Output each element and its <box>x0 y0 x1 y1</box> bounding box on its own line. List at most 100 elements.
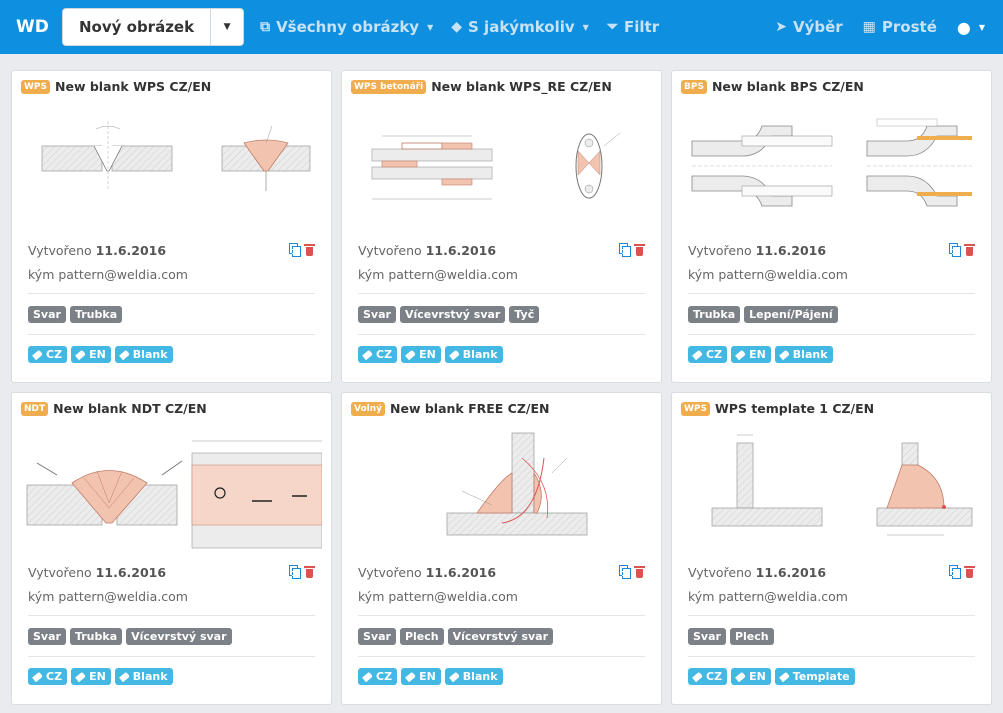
copy-icon[interactable] <box>619 243 631 257</box>
weld-illustration[interactable] <box>22 101 322 231</box>
created-date: 11.6.2016 <box>95 565 167 580</box>
tag[interactable]: Plech <box>729 628 774 645</box>
language-tag[interactable]: CZ <box>28 346 68 363</box>
card-title[interactable]: New blank WPS_RE CZ/EN <box>431 79 612 94</box>
tag-icon <box>735 671 746 682</box>
divider <box>358 615 645 616</box>
language-tag[interactable]: Blank <box>114 346 173 363</box>
language-tag-label: EN <box>749 348 766 361</box>
language-tag[interactable]: Blank <box>774 346 833 363</box>
image-card[interactable]: Volný New blank FREE CZ/EN Vytvořeno 11.… <box>341 392 662 705</box>
new-image-dropdown-toggle[interactable]: ▼ <box>211 9 243 45</box>
weld-illustration[interactable] <box>352 423 652 553</box>
language-tag[interactable]: Blank <box>114 668 173 685</box>
trash-icon[interactable] <box>304 565 315 578</box>
card-title[interactable]: New blank BPS CZ/EN <box>712 79 864 94</box>
language-tag[interactable]: CZ <box>688 668 728 685</box>
category-badge: BPS <box>681 79 707 94</box>
card-title[interactable]: New blank WPS CZ/EN <box>55 79 211 94</box>
all-images-dropdown[interactable]: ⧉ Všechny obrázky ▼ <box>260 18 433 36</box>
tag[interactable]: Lepení/Pájení <box>744 306 838 323</box>
select-mode-button[interactable]: ➤ Výběr <box>775 18 842 36</box>
language-tag-list: CZ EN Template <box>688 668 855 685</box>
trash-icon[interactable] <box>634 243 645 256</box>
language-tag[interactable]: Blank <box>444 346 503 363</box>
weld-illustration[interactable] <box>22 423 322 553</box>
tag[interactable]: Trubka <box>69 628 123 645</box>
tag[interactable]: Tyč <box>509 306 540 323</box>
trash-icon[interactable] <box>964 243 975 256</box>
tag[interactable]: Svar <box>28 628 66 645</box>
language-tag[interactable]: EN <box>731 668 771 685</box>
tag-icon <box>118 349 130 360</box>
weld-illustration[interactable] <box>682 101 982 231</box>
filter-button[interactable]: ⏷ Filtr <box>607 18 659 36</box>
divider <box>28 293 315 294</box>
tag-icon <box>778 671 790 682</box>
tag-icon <box>778 349 790 360</box>
weld-illustration[interactable] <box>352 101 652 231</box>
image-card[interactable]: BPS New blank BPS CZ/EN Vytvořeno 11.6.2… <box>671 70 992 383</box>
card-header: WPS New blank WPS CZ/EN <box>21 79 211 94</box>
created-info: Vytvořeno 11.6.2016 <box>28 565 166 580</box>
tag[interactable]: Svar <box>688 628 726 645</box>
weld-illustration[interactable] <box>682 423 982 553</box>
language-tag-label: EN <box>89 670 106 683</box>
image-card[interactable]: NDT New blank NDT CZ/EN Vytvořeno 11.6.2… <box>11 392 332 705</box>
card-title[interactable]: WPS template 1 CZ/EN <box>715 401 874 416</box>
simple-view-button[interactable]: ▦ Prosté <box>863 18 937 36</box>
copy-icon[interactable] <box>289 565 301 579</box>
language-tag-list: CZ EN Blank <box>28 346 173 363</box>
image-card[interactable]: WPS WPS template 1 CZ/EN Vytvořeno 11.6.… <box>671 392 992 705</box>
language-tag-label: Template <box>792 670 850 683</box>
author-info: kým pattern@weldia.com <box>358 589 518 604</box>
trash-icon[interactable] <box>304 243 315 256</box>
all-images-label: Všechny obrázky <box>276 18 420 36</box>
language-tag[interactable]: CZ <box>688 346 728 363</box>
language-tag[interactable]: EN <box>731 346 771 363</box>
tag[interactable]: Vícevrstvý svar <box>447 628 554 645</box>
created-info: Vytvořeno 11.6.2016 <box>358 565 496 580</box>
new-image-button[interactable]: Nový obrázek <box>63 9 212 45</box>
language-tag[interactable]: CZ <box>358 668 398 685</box>
image-card[interactable]: WPS New blank WPS CZ/EN Vytvořeno 11.6.2… <box>11 70 332 383</box>
tag[interactable]: Svar <box>358 628 396 645</box>
language-tag[interactable]: Blank <box>444 668 503 685</box>
language-tag[interactable]: EN <box>71 346 111 363</box>
language-tag-label: EN <box>419 670 436 683</box>
chevron-down-icon: ▼ <box>427 22 434 32</box>
copy-icon[interactable] <box>949 243 961 257</box>
card-actions <box>949 565 975 579</box>
tag[interactable]: Svar <box>358 306 396 323</box>
card-title[interactable]: New blank FREE CZ/EN <box>390 401 549 416</box>
card-title[interactable]: New blank NDT CZ/EN <box>53 401 207 416</box>
trash-icon[interactable] <box>964 565 975 578</box>
tag[interactable]: Svar <box>28 306 66 323</box>
any-tag-dropdown[interactable]: ◆ S jakýmkoliv ▼ <box>451 18 589 36</box>
category-badge: WPS betonáři <box>351 79 427 94</box>
language-tag-label: Blank <box>462 348 498 361</box>
copy-icon[interactable] <box>619 565 631 579</box>
language-tag[interactable]: Template <box>774 668 855 685</box>
language-tag[interactable]: EN <box>71 668 111 685</box>
card-actions <box>949 243 975 257</box>
language-tag-label: CZ <box>376 348 393 361</box>
tag[interactable]: Vícevrstvý svar <box>126 628 232 645</box>
brand-logo[interactable]: WD <box>16 17 62 37</box>
language-tag[interactable]: CZ <box>358 346 398 363</box>
language-tag[interactable]: EN <box>401 346 441 363</box>
divider <box>28 615 315 616</box>
copy-icon[interactable] <box>949 565 961 579</box>
copy-icon[interactable] <box>289 243 301 257</box>
tag[interactable]: Trubka <box>688 306 741 323</box>
user-menu[interactable]: ● ▼ <box>957 18 985 37</box>
tag[interactable]: Vícevrstvý svar <box>399 306 506 323</box>
tag[interactable]: Plech <box>399 628 444 645</box>
created-label: Vytvořeno <box>28 565 92 580</box>
chevron-down-icon: ▼ <box>978 22 985 32</box>
tag[interactable]: Trubka <box>69 306 123 323</box>
language-tag[interactable]: EN <box>401 668 441 685</box>
trash-icon[interactable] <box>634 565 645 578</box>
language-tag[interactable]: CZ <box>28 668 68 685</box>
image-card[interactable]: WPS betonáři New blank WPS_RE CZ/EN Vytv… <box>341 70 662 383</box>
